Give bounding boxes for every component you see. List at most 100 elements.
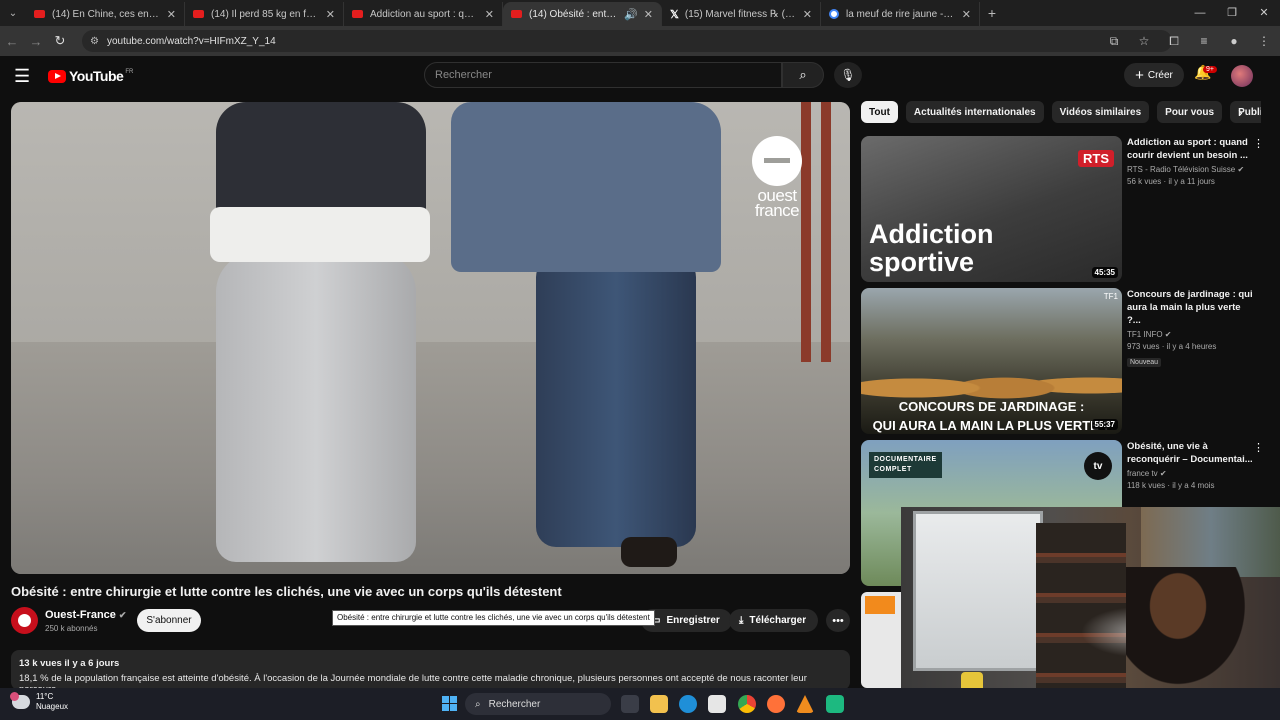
- task-view-icon[interactable]: [621, 695, 639, 713]
- download-button[interactable]: ⤓ Télécharger: [729, 609, 819, 632]
- browser-tab-3[interactable]: Addiction au sport : quand cou ✕: [344, 2, 503, 26]
- recommendation-title[interactable]: Addiction au sport : quand courir devien…: [1127, 136, 1255, 162]
- file-explorer-icon[interactable]: [650, 695, 668, 713]
- menu-dots-icon[interactable]: ⋮: [1254, 30, 1274, 52]
- close-window-icon[interactable]: ✕: [1248, 0, 1280, 26]
- notification-count-badge: 9+: [1203, 66, 1217, 73]
- tab-search-icon[interactable]: ⌄: [0, 0, 26, 26]
- chip-for-you[interactable]: Pour vous: [1157, 101, 1223, 123]
- youtube-play-icon: [48, 69, 66, 83]
- minimize-icon[interactable]: —: [1184, 0, 1216, 26]
- store-icon[interactable]: [708, 695, 726, 713]
- browser-tab-5[interactable]: 𝕏 (15) Marvel fitness ℞ (@Marvel ✕: [662, 2, 821, 26]
- webcam-person: [1126, 567, 1256, 688]
- more-dots-icon: •••: [832, 614, 844, 627]
- recommendation-channel[interactable]: france tv ✔: [1127, 469, 1255, 478]
- close-icon[interactable]: ✕: [167, 8, 176, 21]
- kebab-menu-icon[interactable]: ⋮: [1253, 441, 1264, 454]
- weather-widget[interactable]: 11°C Nuageux: [10, 692, 69, 712]
- speaker-icon[interactable]: 🔊: [624, 8, 638, 21]
- verified-icon: ✔: [1159, 469, 1167, 478]
- recommendation-thumbnail[interactable]: RTS Addiction sportive 45:35: [861, 136, 1122, 282]
- rts-logo: RTS: [1078, 150, 1114, 167]
- recommendation-title[interactable]: Obésité, une vie à reconquérir – Documen…: [1127, 440, 1255, 466]
- site-info-icon[interactable]: ⚙: [90, 36, 99, 47]
- new-tab-button[interactable]: +: [980, 5, 1004, 21]
- chip-world-news[interactable]: Actualités internationales: [905, 101, 1044, 123]
- tab-search-icon[interactable]: ≡: [1194, 30, 1214, 52]
- cloud-icon: [10, 692, 30, 709]
- video-frame-person: [196, 102, 446, 562]
- windows-start-icon[interactable]: [442, 696, 457, 711]
- reload-icon[interactable]: ↻: [48, 33, 72, 49]
- subscribe-button[interactable]: S'abonner: [137, 609, 201, 632]
- chrome-icon[interactable]: [738, 695, 756, 713]
- back-icon[interactable]: ←: [0, 34, 24, 49]
- chip-recent[interactable]: Publiée: [1230, 101, 1261, 123]
- video-player[interactable]: ouest france: [11, 102, 850, 574]
- edge-icon[interactable]: [679, 695, 697, 713]
- cast-icon[interactable]: ⧉: [1104, 30, 1124, 52]
- close-icon[interactable]: ✕: [644, 8, 653, 21]
- search-button[interactable]: ⌕: [782, 62, 824, 88]
- more-actions-button[interactable]: •••: [826, 609, 850, 632]
- channel-name[interactable]: Ouest-France ✔: [45, 609, 126, 621]
- create-label: Créer: [1147, 69, 1173, 81]
- description-box[interactable]: 13 k vues il y a 6 jours 18,1 % de la po…: [11, 650, 850, 690]
- recommendation-item[interactable]: RTS Addiction sportive 45:35 Addiction a…: [861, 136, 1271, 282]
- recommendation-item[interactable]: TF1 CONCOURS DE JARDINAGE : QUI AURA LA …: [861, 288, 1271, 434]
- recommendation-info: Concours de jardinage : qui aura la main…: [1127, 288, 1255, 369]
- firefox-icon[interactable]: [767, 695, 785, 713]
- chip-similar[interactable]: Vidéos similaires: [1051, 101, 1150, 123]
- recommendation-channel[interactable]: RTS - Radio Télévision Suisse ✔: [1127, 165, 1255, 174]
- verified-icon: ✔: [1164, 330, 1172, 339]
- close-icon[interactable]: ✕: [485, 8, 494, 21]
- related-filter-chips: Tout Actualités internationales Vidéos s…: [861, 101, 1261, 123]
- recommendation-thumbnail-partial[interactable]: [861, 592, 901, 688]
- recommendation-title[interactable]: Concours de jardinage : qui aura la main…: [1127, 288, 1255, 327]
- channel-avatar[interactable]: [11, 607, 38, 634]
- close-icon[interactable]: ✕: [803, 8, 812, 21]
- app-icon[interactable]: [826, 695, 844, 713]
- watermark-line2: france: [754, 201, 800, 220]
- tab-title: (14) Il perd 85 kg en faisant de: [211, 8, 320, 20]
- chip-all[interactable]: Tout: [861, 101, 898, 123]
- thumbnail-caption: CONCOURS DE JARDINAGE : QUI AURA LA MAIN…: [872, 399, 1111, 433]
- browser-tab-6[interactable]: la meuf de rire jaune - Recherc ✕: [821, 2, 980, 26]
- tab-title: (15) Marvel fitness ℞ (@Marvel: [684, 8, 797, 20]
- forward-icon[interactable]: →: [24, 34, 48, 49]
- thumbnail-caption: Addiction sportive: [869, 219, 994, 277]
- google-icon: [829, 9, 839, 19]
- voice-search-button[interactable]: 🎙: [834, 62, 862, 88]
- url-field[interactable]: ⚙ youtube.com/watch?v=HIFmXZ_Y_14: [82, 30, 1172, 52]
- close-icon[interactable]: ✕: [326, 8, 335, 21]
- recommendation-thumbnail[interactable]: TF1 CONCOURS DE JARDINAGE : QUI AURA LA …: [861, 288, 1122, 434]
- search-input[interactable]: Rechercher: [424, 62, 782, 88]
- download-icon: ⤓: [739, 615, 744, 626]
- browser-tab-2[interactable]: (14) Il perd 85 kg en faisant de ✕: [185, 2, 344, 26]
- duration-badge: 45:35: [1091, 267, 1118, 278]
- x-icon: 𝕏: [670, 8, 679, 21]
- profile-icon[interactable]: ●: [1224, 30, 1244, 52]
- weather-condition: Nuageux: [36, 702, 69, 711]
- chevron-right-icon[interactable]: ›: [1238, 104, 1243, 120]
- duration-badge: 55:37: [1091, 419, 1118, 430]
- bookmark-star-icon[interactable]: ☆: [1134, 30, 1154, 52]
- title-tooltip: Obésité : entre chirurgie et lutte contr…: [332, 610, 655, 626]
- ouest-france-logo-icon: [752, 136, 802, 186]
- browser-toolbar-icons: ⧉ ☆ ⧠ ≡ ● ⋮: [1104, 30, 1274, 52]
- vlc-icon[interactable]: [796, 695, 814, 713]
- menu-icon[interactable]: ☰: [14, 66, 30, 87]
- create-button[interactable]: + Créer: [1124, 63, 1184, 87]
- close-icon[interactable]: ✕: [962, 8, 971, 21]
- browser-tab-4[interactable]: (14) Obésité : entre chirurg 🔊 ✕: [503, 2, 662, 26]
- account-avatar[interactable]: [1231, 65, 1253, 87]
- maximize-icon[interactable]: ❐: [1216, 0, 1248, 26]
- view-count-and-date: 13 k vues il y a 6 jours: [19, 658, 120, 669]
- youtube-logo[interactable]: YouTube FR: [48, 68, 133, 84]
- taskbar-search[interactable]: ⌕ Rechercher: [465, 693, 611, 715]
- browser-tab-1[interactable]: (14) En Chine, ces enfants porte ✕: [26, 2, 185, 26]
- extensions-icon[interactable]: ⧠: [1164, 30, 1184, 52]
- kebab-menu-icon[interactable]: ⋮: [1253, 137, 1264, 150]
- recommendation-channel[interactable]: TF1 INFO ✔: [1127, 330, 1255, 339]
